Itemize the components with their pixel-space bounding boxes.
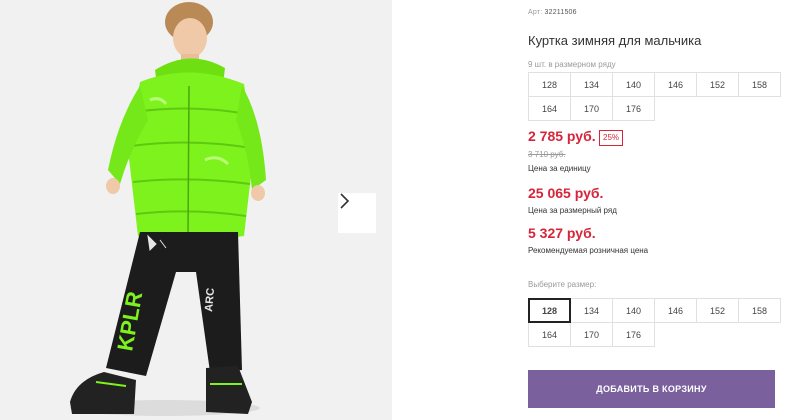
discount-badge: 25% [599,130,624,146]
pack-size-cell: 170 [570,96,613,121]
product-image: KPLR ARC [0,0,392,420]
pack-size-cell: 146 [654,72,697,97]
pack-price: 25 065 руб. [528,185,604,201]
retail-price: 5 327 руб. [528,225,596,241]
gallery-next-button[interactable] [338,193,376,233]
pack-size-cell: 164 [528,96,571,121]
size-option[interactable]: 152 [696,298,739,323]
size-option[interactable]: 176 [612,322,655,347]
unit-price-label: Цена за единицу [528,164,591,173]
size-option[interactable]: 146 [654,298,697,323]
pack-sizes-grid: 128 134 140 146 152 158 164 170 176 [528,72,781,121]
size-select-label: Выберите размер: [528,280,597,289]
sku-label: Арт: [528,9,543,16]
pack-size-cell: 152 [696,72,739,97]
pack-note: 9 шт. в размерном ряду [528,60,616,69]
size-option[interactable]: 164 [528,322,571,347]
size-selector: 128 134 140 146 152 158 164 170 176 [528,298,781,347]
pack-size-cell: 140 [612,72,655,97]
size-option[interactable]: 158 [738,298,781,323]
unit-price: 2 785 руб. [528,128,596,144]
product-page: KPLR ARC Арт: 32211506 Куртка зимняя для… [0,0,800,420]
pack-size-cell: 128 [528,72,571,97]
product-title: Куртка зимняя для мальчика [528,33,702,48]
sku-value: 32211506 [544,9,577,16]
size-option[interactable]: 140 [612,298,655,323]
old-price: 3 710 руб. [528,150,566,159]
pack-size-cell: 134 [570,72,613,97]
size-option[interactable]: 170 [570,322,613,347]
chevron-right-icon [340,193,350,209]
product-info-panel: Арт: 32211506 Куртка зимняя для мальчика… [528,0,788,420]
size-option[interactable]: 134 [570,298,613,323]
svg-text:ARC: ARC [203,287,217,312]
add-to-cart-button[interactable]: ДОБАВИТЬ В КОРЗИНУ [528,370,775,408]
retail-price-label: Рекомендуемая розничная цена [528,246,649,255]
pack-size-cell: 176 [612,96,655,121]
pack-size-cell: 158 [738,72,781,97]
product-photo: KPLR ARC [0,0,392,420]
pack-price-label: Цена за размерный ряд [528,206,617,215]
sku: Арт: 32211506 [528,9,577,16]
size-option-selected[interactable]: 128 [528,298,571,323]
